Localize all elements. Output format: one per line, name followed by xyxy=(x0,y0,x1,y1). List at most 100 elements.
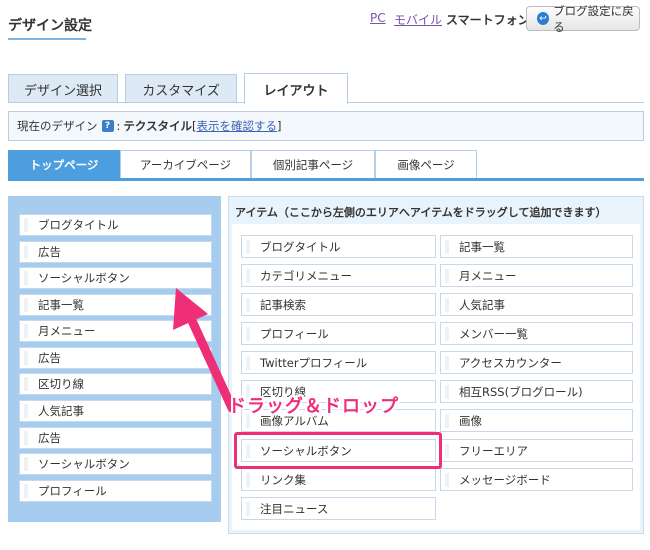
item-label: プロフィール xyxy=(260,326,329,341)
drag-handle-icon[interactable] xyxy=(445,413,449,428)
current-design-label: 現在のデザイン xyxy=(17,119,98,133)
highlight-box xyxy=(234,432,442,469)
item-tile[interactable]: メンバー一覧 xyxy=(440,322,633,345)
title-underline xyxy=(8,38,86,40)
drag-handle-icon[interactable] xyxy=(246,501,250,516)
current-design-name: テクスタイル xyxy=(123,119,193,133)
view-design-link[interactable]: 表示を確認する xyxy=(197,118,278,134)
layout-item[interactable]: プロフィール xyxy=(19,480,212,502)
item-label: 相互RSS(ブログロール) xyxy=(459,384,583,399)
drag-handle-icon[interactable] xyxy=(445,384,449,399)
item-label: 注目ニュース xyxy=(260,501,329,516)
item-label: 人気記事 xyxy=(459,297,505,312)
drag-handle-icon[interactable] xyxy=(24,324,28,338)
back-to-blog-settings-button[interactable]: ↩ ブログ設定に戻る xyxy=(526,4,640,34)
item-tile[interactable]: 記事一覧 xyxy=(440,235,633,258)
drag-handle-icon[interactable] xyxy=(246,355,250,370)
drag-handle-icon[interactable] xyxy=(445,326,449,341)
drag-handle-icon[interactable] xyxy=(445,297,449,312)
device-pc-link[interactable]: PC xyxy=(370,11,386,25)
help-icon[interactable]: ? xyxy=(101,120,114,132)
link-bracket-close: ] xyxy=(277,119,282,133)
layout-item[interactable]: ソーシャルボタン xyxy=(19,267,212,289)
drag-handle-icon[interactable] xyxy=(24,457,28,471)
layout-item[interactable]: 区切り線 xyxy=(19,373,212,395)
drag-handle-icon[interactable] xyxy=(445,355,449,370)
drag-handle-icon[interactable] xyxy=(246,472,250,487)
item-tile[interactable]: アクセスカウンター xyxy=(440,351,633,374)
item-label: 記事一覧 xyxy=(459,239,505,254)
layout-item-label: ソーシャルボタン xyxy=(38,457,130,471)
drag-handle-icon[interactable] xyxy=(24,377,28,391)
subtab-entry-page[interactable]: 個別記事ページ xyxy=(251,150,375,179)
current-design-separator: : xyxy=(116,119,121,133)
drag-handle-icon[interactable] xyxy=(24,218,28,232)
drag-handle-icon[interactable] xyxy=(24,404,28,418)
layout-item-label: 広告 xyxy=(38,245,61,259)
layout-item[interactable]: 記事一覧 xyxy=(19,294,212,316)
item-label: リンク集 xyxy=(260,472,306,487)
device-mobile-link[interactable]: モバイル xyxy=(394,11,442,28)
drag-handle-icon[interactable] xyxy=(445,472,449,487)
layout-item[interactable]: ソーシャルボタン xyxy=(19,453,212,475)
drag-handle-icon[interactable] xyxy=(246,268,250,283)
item-tile[interactable]: カテゴリメニュー xyxy=(241,264,436,287)
layout-item-label: ソーシャルボタン xyxy=(38,271,130,285)
layout-item[interactable]: 広告 xyxy=(19,347,212,369)
layout-item-label: 記事一覧 xyxy=(38,298,84,312)
drag-handle-icon[interactable] xyxy=(445,239,449,254)
drag-handle-icon[interactable] xyxy=(246,239,250,254)
item-label: ブログタイトル xyxy=(260,239,341,254)
item-tile[interactable]: 記事検索 xyxy=(241,293,436,316)
subtab-image-page[interactable]: 画像ページ xyxy=(375,150,477,179)
item-tile[interactable]: メッセージボード xyxy=(440,468,633,491)
item-label: 画像 xyxy=(459,413,482,428)
tab-customize[interactable]: カスタマイズ xyxy=(125,74,237,103)
layout-item-label: ブログタイトル xyxy=(38,218,119,232)
page-title: デザイン設定 xyxy=(8,18,92,34)
drag-and-drop-label: ドラッグ＆ドロップ xyxy=(228,396,399,417)
drag-handle-icon[interactable] xyxy=(445,268,449,283)
item-tile[interactable]: Twitterプロフィール xyxy=(241,351,436,374)
item-tile[interactable]: フリーエリア xyxy=(440,439,633,462)
item-tile[interactable]: 月メニュー xyxy=(440,264,633,287)
tab-design-select[interactable]: デザイン選択 xyxy=(8,74,118,103)
item-tile[interactable]: 相互RSS(ブログロール) xyxy=(440,380,633,403)
layout-item-label: プロフィール xyxy=(38,484,107,498)
drag-handle-icon[interactable] xyxy=(445,443,449,458)
drag-handle-icon[interactable] xyxy=(246,326,250,341)
item-label: メンバー一覧 xyxy=(459,326,528,341)
drag-handle-icon[interactable] xyxy=(24,351,28,365)
drag-handle-icon[interactable] xyxy=(24,245,28,259)
drag-handle-icon[interactable] xyxy=(24,271,28,285)
item-tile[interactable]: ブログタイトル xyxy=(241,235,436,258)
item-tile[interactable]: 人気記事 xyxy=(440,293,633,316)
item-label: カテゴリメニュー xyxy=(260,268,352,283)
drag-handle-icon[interactable] xyxy=(24,431,28,445)
layout-item[interactable]: 月メニュー xyxy=(19,320,212,342)
items-panel-title: アイテム（ここから左側のエリアへアイテムをドラッグして追加できます） xyxy=(235,206,607,219)
item-tile[interactable]: 注目ニュース xyxy=(241,497,436,520)
layout-item[interactable]: ブログタイトル xyxy=(19,214,212,236)
layout-drop-area[interactable]: ブログタイトル 広告 ソーシャルボタン 記事一覧 月メニュー 広告 区切り線 人… xyxy=(8,196,221,522)
drag-handle-icon[interactable] xyxy=(24,298,28,312)
back-button-label: ブログ設定に戻る xyxy=(553,3,634,34)
tab-layout[interactable]: レイアウト xyxy=(244,73,348,104)
layout-item[interactable]: 広告 xyxy=(19,241,212,263)
item-tile[interactable]: プロフィール xyxy=(241,322,436,345)
drag-handle-icon[interactable] xyxy=(24,484,28,498)
drag-handle-icon[interactable] xyxy=(246,297,250,312)
layout-item-label: 広告 xyxy=(38,351,61,365)
item-label: メッセージボード xyxy=(459,472,551,487)
layout-item-label: 区切り線 xyxy=(38,377,84,391)
layout-item[interactable]: 広告 xyxy=(19,427,212,449)
item-label: フリーエリア xyxy=(459,443,528,458)
subtab-archive-page[interactable]: アーカイブページ xyxy=(120,150,251,179)
item-tile[interactable]: 画像 xyxy=(440,409,633,432)
item-tile[interactable]: リンク集 xyxy=(241,468,436,491)
subtab-top-page[interactable]: トップページ xyxy=(8,150,120,179)
item-label: Twitterプロフィール xyxy=(260,355,368,370)
layout-item[interactable]: 人気記事 xyxy=(19,400,212,422)
item-label: 記事検索 xyxy=(260,297,306,312)
item-label: 月メニュー xyxy=(459,268,517,283)
